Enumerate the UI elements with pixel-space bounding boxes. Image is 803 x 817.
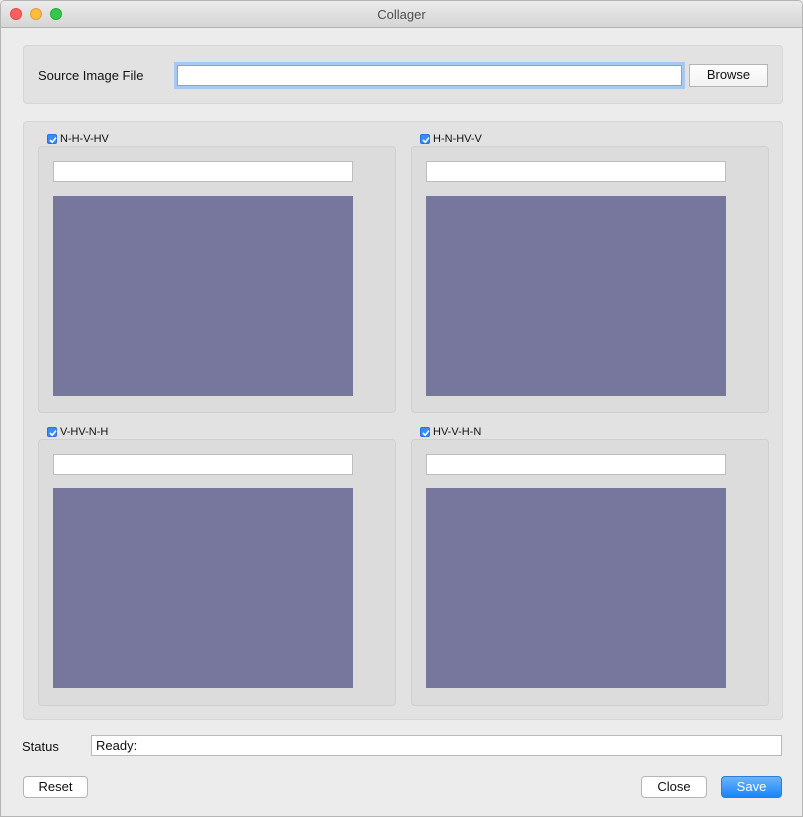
panel-3-label: V-HV-N-H: [60, 426, 109, 438]
panel-4: [411, 439, 769, 706]
panel-3-preview: [53, 488, 353, 688]
panel-2-input[interactable]: [426, 161, 726, 182]
collage-panels-group: N-H-V-HV H-N-HV-V V-HV-N-H HV-V-H-N: [23, 121, 783, 720]
checkmark-icon: [49, 137, 57, 144]
checkmark-icon: [422, 137, 430, 144]
panel-1-input[interactable]: [53, 161, 353, 182]
panel-2-label: H-N-HV-V: [433, 133, 482, 145]
reset-button[interactable]: Reset: [23, 776, 88, 798]
save-button[interactable]: Save: [721, 776, 782, 798]
panel-1-preview: [53, 196, 353, 396]
source-file-group: Source Image File Browse: [23, 45, 783, 104]
app-window: Collager Source Image File Browse N-H-V-…: [0, 0, 803, 817]
title-bar: Collager: [1, 1, 802, 28]
panel-1-checkbox[interactable]: [47, 134, 57, 144]
panel-2-preview: [426, 196, 726, 396]
panel-2: [411, 146, 769, 413]
panel-1: [38, 146, 396, 413]
status-field: [91, 735, 782, 756]
browse-button[interactable]: Browse: [689, 64, 768, 87]
panel-1-label: N-H-V-HV: [60, 133, 109, 145]
panel-3-input[interactable]: [53, 454, 353, 475]
status-label: Status: [22, 739, 59, 754]
checkmark-icon: [422, 430, 430, 437]
source-image-label: Source Image File: [38, 68, 144, 83]
checkmark-icon: [49, 430, 57, 437]
close-button[interactable]: Close: [641, 776, 707, 798]
panel-4-input[interactable]: [426, 454, 726, 475]
panel-3-checkbox[interactable]: [47, 427, 57, 437]
panel-4-preview: [426, 488, 726, 688]
panel-4-checkbox[interactable]: [420, 427, 430, 437]
source-image-input[interactable]: [177, 65, 682, 86]
panel-4-label: HV-V-H-N: [433, 426, 482, 438]
panel-2-checkbox[interactable]: [420, 134, 430, 144]
panel-3: [38, 439, 396, 706]
window-title: Collager: [377, 7, 426, 22]
